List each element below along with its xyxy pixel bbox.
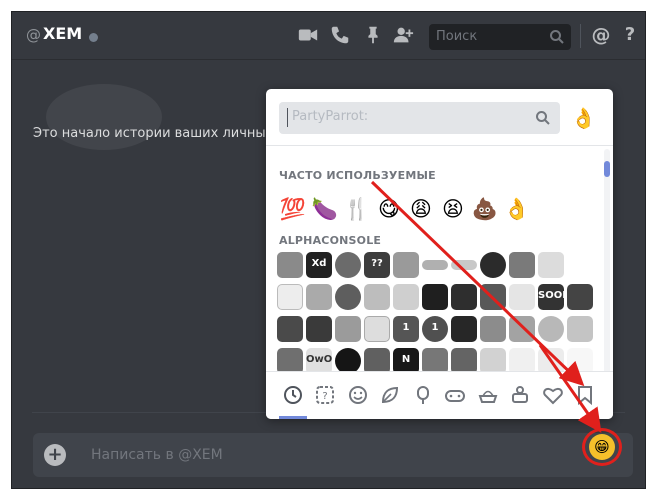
custom-emoji[interactable]: SOON	[538, 284, 564, 310]
custom-emoji[interactable]	[422, 260, 448, 270]
emoji-fork-knife[interactable]: 🍴	[341, 194, 373, 224]
channel-header: @ XEM Поиск @ ?	[12, 12, 645, 60]
custom-emoji-label: 1	[402, 322, 410, 333]
emoji-category-tabs: ?	[266, 371, 613, 419]
emoji-eggplant[interactable]: 🍆	[309, 194, 341, 224]
custom-emoji-label: N	[401, 354, 411, 365]
custom-emoji[interactable]	[335, 252, 361, 278]
custom-emoji[interactable]	[364, 316, 390, 342]
custom-emoji[interactable]	[393, 252, 419, 278]
objects-icon[interactable]	[509, 384, 531, 406]
custom-emoji-label: Xd	[311, 258, 327, 269]
custom-emoji[interactable]	[480, 284, 506, 310]
custom-emoji[interactable]	[509, 316, 535, 342]
custom-emoji[interactable]	[393, 284, 419, 310]
search-icon	[535, 110, 551, 126]
custom-emoji-label: SOON	[538, 290, 564, 301]
picker-scrollbar[interactable]	[604, 149, 610, 374]
custom-emoji[interactable]	[567, 284, 593, 310]
flags-icon[interactable]	[574, 384, 596, 406]
discord-watermark-icon	[46, 84, 162, 150]
emoji-ok-hand[interactable]: 👌	[501, 194, 533, 224]
text-caret	[287, 108, 288, 127]
custom-icon[interactable]: ?	[314, 384, 336, 406]
category-title-frequent: ЧАСТО ИСПОЛЬЗУЕМЫЕ	[279, 169, 436, 182]
custom-emoji-label: ??	[371, 258, 383, 269]
custom-emoji[interactable]	[277, 316, 303, 342]
custom-emoji[interactable]: ??	[364, 252, 390, 278]
travel-icon[interactable]	[477, 384, 499, 406]
search-icon	[549, 29, 565, 45]
mention-icon[interactable]: @	[590, 24, 612, 46]
activity-icon[interactable]	[444, 384, 466, 406]
help-icon[interactable]: ?	[619, 24, 641, 46]
phone-icon[interactable]	[329, 24, 351, 46]
custom-emoji[interactable]	[480, 316, 506, 342]
custom-emoji[interactable]	[451, 260, 477, 270]
custom-emoji-label: OwO	[306, 354, 332, 365]
custom-emoji[interactable]	[451, 316, 477, 342]
message-input-bar[interactable]: + Написать в @XEM	[33, 433, 633, 477]
custom-emoji[interactable]	[567, 252, 593, 278]
dm-history-start-text: Это начало истории ваших личных	[33, 126, 274, 141]
search-placeholder: Поиск	[436, 29, 478, 44]
custom-emoji[interactable]: 1	[393, 316, 419, 342]
header-divider	[580, 24, 581, 48]
annotation-circle	[582, 428, 622, 466]
search-input[interactable]: Поиск	[429, 24, 571, 50]
custom-emoji[interactable]	[335, 284, 361, 310]
emoji-search-input[interactable]: PartyParrot:	[279, 102, 560, 134]
emoji-poop[interactable]: 💩	[469, 194, 501, 224]
custom-emoji[interactable]	[509, 252, 535, 278]
custom-emoji[interactable]	[451, 284, 477, 310]
dm-username[interactable]: XEM	[43, 24, 82, 43]
plus-icon: +	[47, 444, 63, 465]
food-icon[interactable]	[412, 384, 434, 406]
custom-emoji-grid: Xd ?? SOON 1 1 OwO	[276, 249, 598, 377]
picker-divider	[266, 145, 613, 146]
custom-emoji[interactable]	[567, 316, 593, 342]
custom-emoji[interactable]	[306, 316, 332, 342]
emoji-yum[interactable]: 😋	[373, 194, 405, 224]
people-icon[interactable]	[347, 384, 369, 406]
dm-at-symbol: @	[26, 26, 41, 44]
custom-emoji[interactable]	[538, 252, 564, 278]
custom-emoji[interactable]: Xd	[306, 252, 332, 278]
custom-emoji[interactable]	[306, 284, 332, 310]
custom-emoji[interactable]	[538, 316, 564, 342]
status-offline-dot	[89, 33, 98, 42]
video-icon[interactable]	[297, 24, 319, 46]
custom-emoji[interactable]	[277, 284, 303, 310]
frequent-emoji-row: 💯 🍆 🍴 😋 😩 😫 💩 👌	[277, 194, 533, 224]
emoji-weary[interactable]: 😩	[405, 194, 437, 224]
pin-icon[interactable]	[362, 24, 384, 46]
add-user-icon[interactable]	[392, 24, 414, 46]
custom-emoji[interactable]	[335, 316, 361, 342]
upload-button[interactable]: +	[44, 444, 66, 466]
symbols-icon[interactable]	[542, 384, 564, 406]
custom-emoji[interactable]	[509, 284, 535, 310]
emoji-tired[interactable]: 😫	[437, 194, 469, 224]
custom-emoji-label: 1	[431, 322, 439, 333]
recent-icon[interactable]	[282, 384, 304, 406]
custom-emoji[interactable]: 1	[422, 316, 448, 342]
emoji-preview: 👌	[571, 106, 596, 130]
custom-emoji[interactable]	[480, 252, 506, 278]
custom-emoji[interactable]	[422, 284, 448, 310]
svg-text:?: ?	[322, 391, 327, 402]
custom-emoji[interactable]	[364, 284, 390, 310]
nature-icon[interactable]	[379, 384, 401, 406]
custom-emoji[interactable]	[277, 252, 303, 278]
emoji-search-placeholder: PartyParrot:	[292, 109, 369, 124]
emoji-hundred[interactable]: 💯	[277, 194, 309, 224]
active-tab-indicator	[279, 416, 307, 419]
message-input-placeholder[interactable]: Написать в @XEM	[91, 447, 223, 463]
emoji-picker: PartyParrot: 👌 ЧАСТО ИСПОЛЬЗУЕМЫЕ 💯 🍆 🍴 …	[266, 89, 613, 419]
picker-scroll-thumb[interactable]	[604, 161, 610, 177]
category-title-custom: ALPHACONSOLE	[279, 234, 382, 247]
